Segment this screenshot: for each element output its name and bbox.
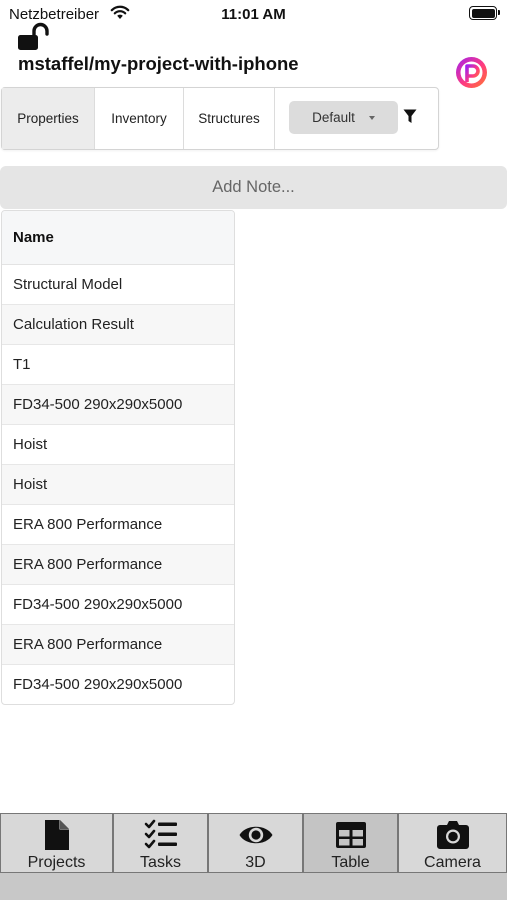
nav-3d-label: 3D xyxy=(245,854,266,871)
nav-tasks[interactable]: Tasks xyxy=(113,813,208,873)
table-row[interactable]: FD34-500 290x290x5000 xyxy=(2,385,234,425)
nav-table-label: Table xyxy=(331,854,370,871)
battery-icon xyxy=(469,6,500,20)
view-tab-bar: Properties Inventory Structures Default xyxy=(1,87,439,150)
tab-properties[interactable]: Properties xyxy=(2,88,95,149)
tab-inventory[interactable]: Inventory xyxy=(95,88,184,149)
nav-camera[interactable]: Camera xyxy=(398,813,507,873)
chevron-down-icon xyxy=(368,115,375,120)
app-logo-icon xyxy=(456,57,487,88)
nav-table[interactable]: Table xyxy=(303,813,398,873)
preset-dropdown[interactable]: Default xyxy=(289,101,398,134)
checklist-icon xyxy=(144,819,177,849)
project-title: mstaffel/my-project-with-iphone xyxy=(18,53,299,74)
status-bar: Netzbetreiber 11:01 AM xyxy=(0,0,507,28)
nav-3d[interactable]: 3D xyxy=(208,813,303,873)
bottom-navigation: Projects Tasks 3D Table Camera xyxy=(0,813,507,900)
table-row[interactable]: ERA 800 Performance xyxy=(2,545,234,585)
nav-projects[interactable]: Projects xyxy=(0,813,113,873)
nav-tasks-label: Tasks xyxy=(140,854,181,871)
table-row[interactable]: Hoist xyxy=(2,465,234,505)
nav-projects-label: Projects xyxy=(27,854,86,871)
table-row[interactable]: T1 xyxy=(2,345,234,385)
filter-section: Default xyxy=(275,88,438,149)
preset-dropdown-value: Default xyxy=(312,110,355,125)
properties-table: Name Structural Model Calculation Result… xyxy=(1,210,235,705)
table-body: Structural Model Calculation Result T1 F… xyxy=(2,265,234,704)
eye-icon xyxy=(239,826,272,844)
clock: 11:01 AM xyxy=(221,6,286,23)
filter-funnel-icon[interactable] xyxy=(403,109,417,124)
camera-icon xyxy=(436,821,469,849)
unlocked-padlock-icon[interactable] xyxy=(17,22,51,52)
table-row[interactable]: Hoist xyxy=(2,425,234,465)
table-row[interactable]: FD34-500 290x290x5000 xyxy=(2,585,234,625)
table-row[interactable]: ERA 800 Performance xyxy=(2,505,234,545)
table-icon xyxy=(335,822,366,848)
nav-camera-label: Camera xyxy=(424,854,481,871)
table-row[interactable]: Structural Model xyxy=(2,265,234,305)
document-icon xyxy=(44,820,69,850)
table-row[interactable]: FD34-500 290x290x5000 xyxy=(2,665,234,704)
table-row[interactable]: ERA 800 Performance xyxy=(2,625,234,665)
table-row[interactable]: Calculation Result xyxy=(2,305,234,345)
add-note-button[interactable]: Add Note... xyxy=(0,166,507,209)
tab-structures[interactable]: Structures xyxy=(184,88,275,149)
column-header-name[interactable]: Name xyxy=(2,211,234,265)
